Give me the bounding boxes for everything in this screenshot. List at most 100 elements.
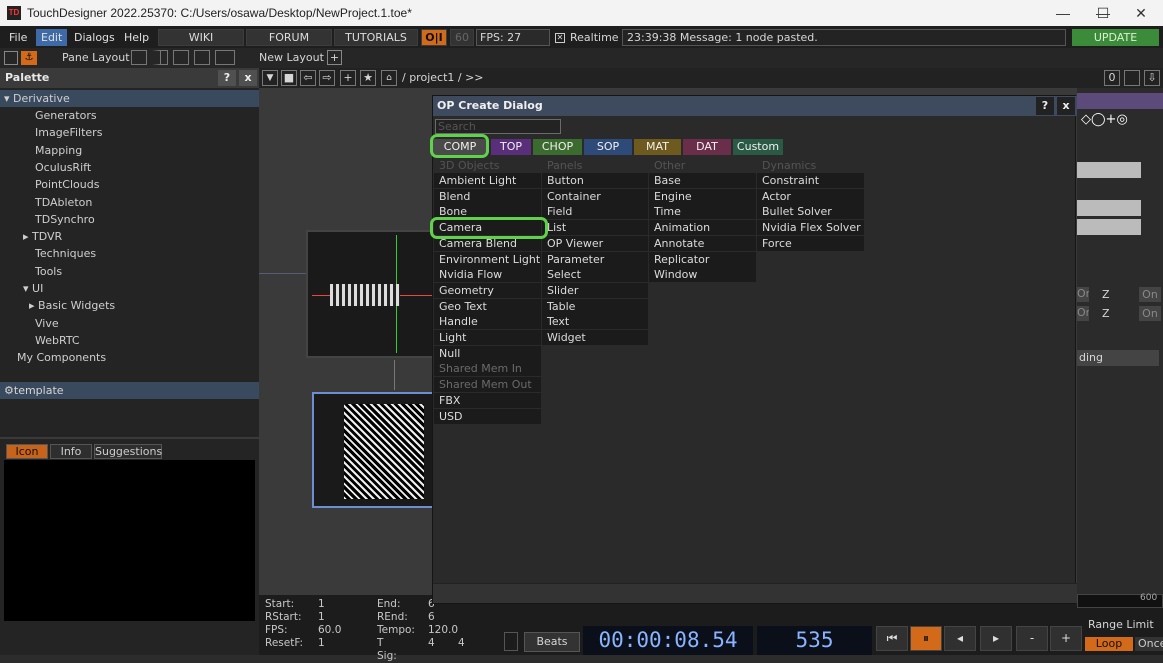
minimize-btn[interactable]: — [1043, 3, 1083, 23]
forum-button[interactable]: FORUM [246, 29, 332, 46]
palette-item[interactable]: TDAbleton [0, 194, 259, 211]
oi-button[interactable]: O|I [421, 29, 447, 46]
back-icon[interactable]: ⇦ [300, 70, 316, 86]
operator-item[interactable]: Ambient Light [434, 173, 541, 188]
home-icon[interactable]: ⌂ [381, 70, 397, 86]
palette-item[interactable]: Techniques [0, 245, 259, 262]
tab-sop[interactable]: SOP [584, 139, 632, 155]
tab-custom[interactable]: Custom [733, 139, 783, 155]
operator-item[interactable]: FBX [434, 392, 541, 408]
on-toggle[interactable]: On [1139, 287, 1161, 302]
tab-mat[interactable]: MAT [634, 139, 681, 155]
operator-item[interactable]: Environment Light [434, 251, 541, 267]
start-value[interactable]: 1 [318, 598, 325, 611]
param-field[interactable] [1077, 200, 1141, 216]
palette-item[interactable]: My Components [0, 349, 259, 366]
operator-item[interactable]: List [542, 220, 648, 236]
layout-triple-icon[interactable] [194, 50, 210, 65]
add-icon[interactable]: + [340, 70, 356, 86]
palette-item[interactable]: WebRTC [0, 332, 259, 349]
operator-item[interactable]: Time [649, 204, 756, 220]
down-icon[interactable]: ⇩ [1144, 70, 1160, 86]
menu-file[interactable]: File [4, 29, 32, 46]
frame-display[interactable]: 535 [757, 626, 872, 655]
layout-split-v-icon[interactable] [152, 50, 168, 65]
rstart-value[interactable]: 1 [318, 611, 325, 624]
expand-arrow-icon[interactable]: ▾ [23, 282, 32, 295]
anchor-icon[interactable]: ⚓ [21, 51, 37, 65]
on-toggle[interactable]: On [1077, 306, 1089, 321]
palette-close-button[interactable]: x [239, 70, 257, 86]
palette-item[interactable]: Mapping [0, 142, 259, 159]
palette-item[interactable]: Tools [0, 263, 259, 280]
expand-arrow-icon[interactable]: ▸ [23, 230, 32, 243]
operator-item[interactable]: Blend [434, 188, 541, 204]
zero-icon[interactable]: 0 [1104, 70, 1120, 86]
step-back-button[interactable]: ◂ [944, 626, 976, 651]
operator-item[interactable]: Replicator [649, 251, 756, 267]
palette-help-button[interactable]: ? [218, 70, 236, 86]
operator-item[interactable]: Animation [649, 220, 756, 236]
tab-dat[interactable]: DAT [683, 139, 731, 155]
operator-item[interactable]: Light [434, 330, 541, 345]
operator-item[interactable]: Actor [757, 188, 864, 204]
param-field[interactable] [1077, 162, 1141, 178]
menu-help[interactable]: Help [119, 29, 154, 46]
palette-item[interactable]: ▾ UI [0, 280, 259, 297]
close-btn[interactable]: ✕ [1121, 3, 1161, 23]
palette-template-row[interactable]: ⚙template [0, 382, 259, 399]
operator-item[interactable]: Select [542, 267, 648, 283]
pane-icon[interactable] [4, 51, 18, 65]
window-icon[interactable] [1124, 70, 1140, 86]
operator-item[interactable]: Text [542, 314, 648, 330]
search-input[interactable]: Search [435, 119, 561, 134]
tab-info[interactable]: Info [50, 444, 92, 459]
operator-item[interactable]: Window [649, 267, 756, 283]
operator-item[interactable]: Base [649, 173, 756, 188]
operator-item[interactable]: Container [542, 188, 648, 204]
operator-item[interactable]: Nvidia Flex Solver [757, 220, 864, 236]
pause-button[interactable]: ⏸ [910, 626, 942, 651]
once-button[interactable]: Once [1135, 637, 1163, 651]
on-toggle[interactable]: On [1139, 306, 1161, 321]
operator-item[interactable]: Widget [542, 330, 648, 345]
operator-item[interactable]: Force [757, 235, 864, 251]
fps60-button[interactable]: 60 [450, 29, 474, 46]
layout-quad-icon[interactable] [215, 50, 235, 65]
realtime-checkbox[interactable]: ✕ [555, 33, 565, 43]
loop-button[interactable]: Loop [1085, 637, 1133, 651]
operator-item[interactable]: Bullet Solver [757, 204, 864, 220]
tsig-b[interactable]: 4 [458, 637, 465, 650]
rewind-button[interactable]: ⏮ [876, 626, 908, 651]
param-field[interactable] [1077, 219, 1141, 235]
palette-item[interactable]: OculusRift [0, 159, 259, 176]
tab-icon[interactable]: Icon [6, 444, 48, 459]
tsig-a[interactable]: 4 [428, 637, 435, 650]
operator-item[interactable]: Slider [542, 282, 648, 298]
dropdown-icon[interactable]: ▼ [262, 70, 278, 86]
operator-item[interactable]: Geo Text [434, 298, 541, 314]
timecode-display[interactable]: 00:00:08.54 [583, 626, 753, 655]
operator-item[interactable]: Button [542, 173, 648, 188]
star-icon[interactable]: ★ [360, 70, 376, 86]
tutorials-button[interactable]: TUTORIALS [334, 29, 418, 46]
add-layout-icon[interactable]: + [327, 50, 342, 65]
palette-item[interactable]: ▸ TDVR [0, 228, 259, 245]
fps-value[interactable]: 60.0 [318, 624, 341, 637]
operator-item[interactable]: Parameter [542, 251, 648, 267]
plus-button[interactable]: + [1050, 626, 1082, 651]
tab-chop[interactable]: CHOP [533, 139, 582, 155]
operator-item[interactable]: Geometry [434, 282, 541, 298]
wiki-button[interactable]: WIKI [158, 29, 244, 46]
operator-item[interactable]: Shared Mem In [434, 361, 541, 377]
minus-button[interactable]: - [1016, 626, 1048, 651]
layout-split-h-icon[interactable] [173, 50, 189, 65]
operator-item[interactable]: Table [542, 298, 648, 314]
update-button[interactable]: UPDATE [1072, 29, 1159, 46]
maximize-btn[interactable]: ☐ [1083, 3, 1123, 23]
dialog-close-button[interactable]: x [1057, 97, 1075, 115]
palette-item[interactable]: Generators [0, 107, 259, 124]
palette-item[interactable]: TDSynchro [0, 211, 259, 228]
operator-item[interactable]: OP Viewer [542, 235, 648, 251]
on-toggle[interactable]: On [1077, 287, 1089, 302]
